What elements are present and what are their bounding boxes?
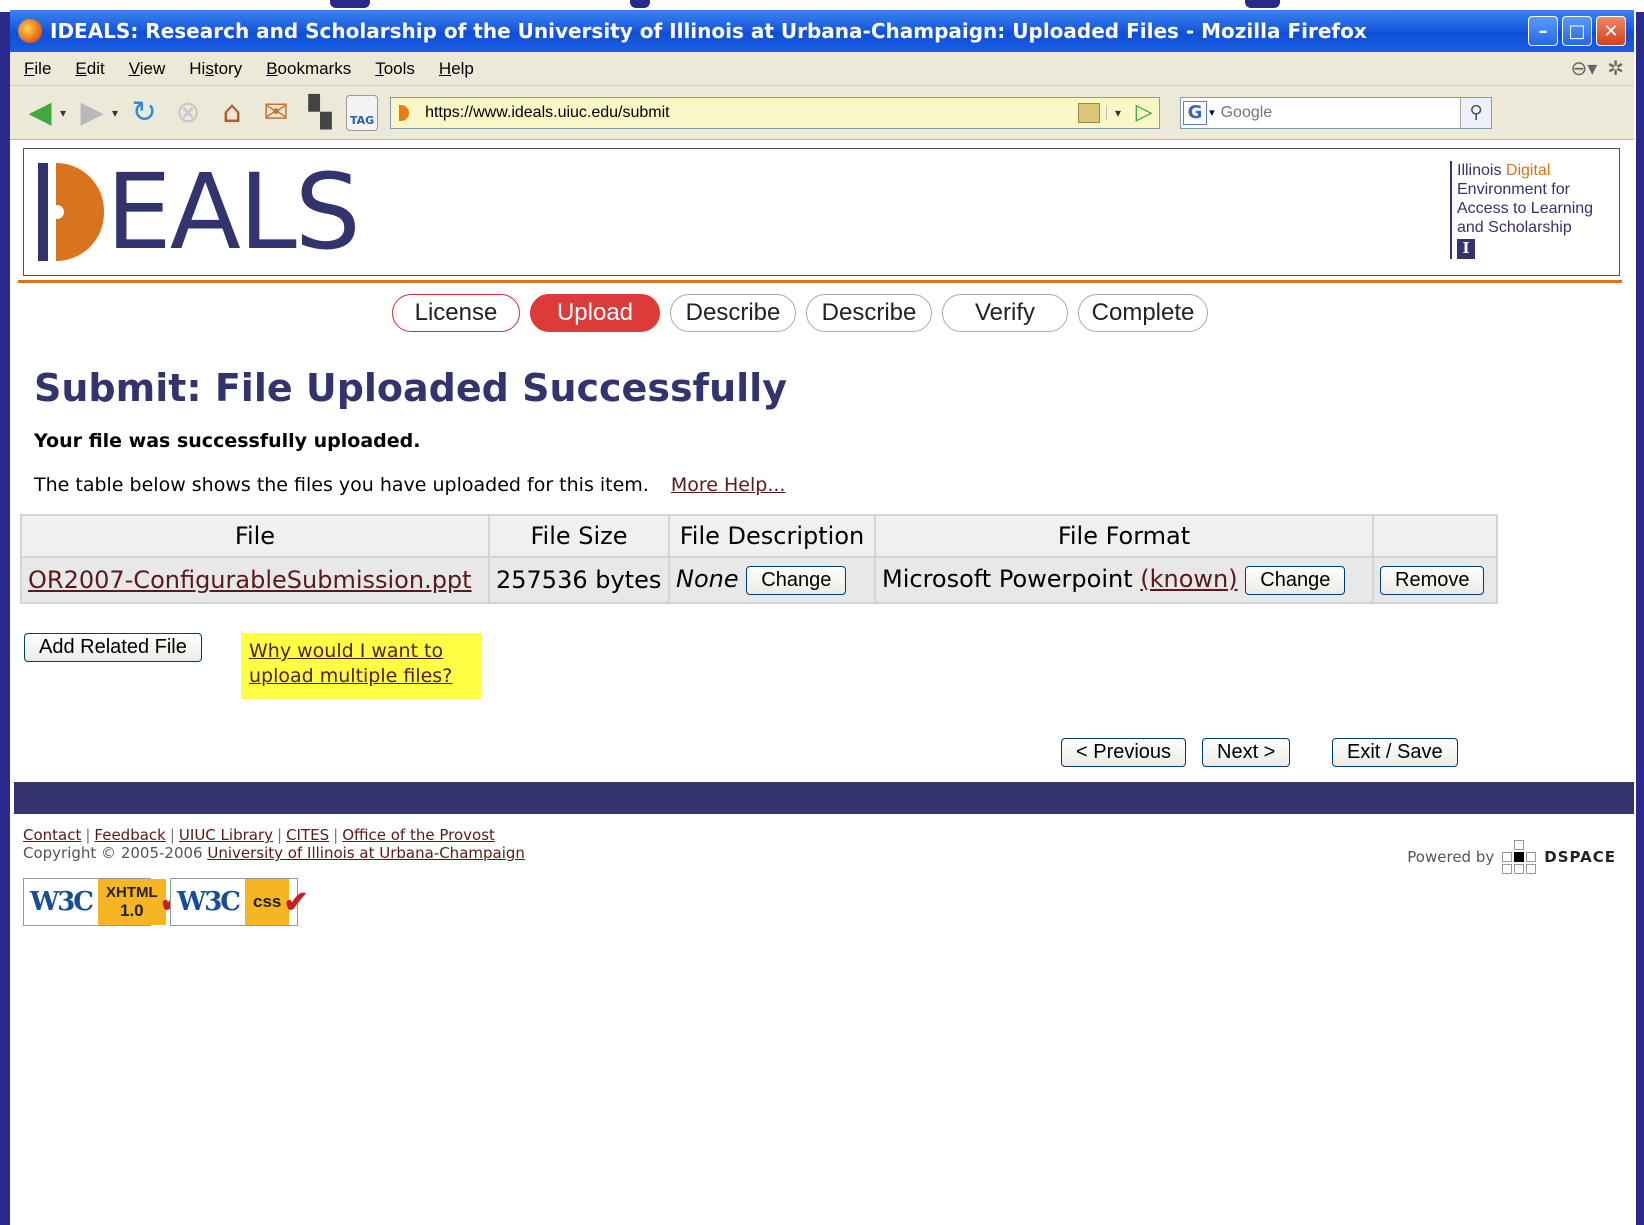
success-message: Your file was successfully uploaded. xyxy=(34,430,421,452)
close-button[interactable]: ✕ xyxy=(1596,16,1626,46)
search-input[interactable] xyxy=(1218,102,1461,123)
header-file-size: File Size xyxy=(488,514,670,558)
site-identity-icon[interactable] xyxy=(399,104,410,121)
home-icon[interactable]: ⌂ xyxy=(214,95,250,131)
footer-link-uiuc-library[interactable]: UIUC Library xyxy=(179,826,273,844)
footer-band xyxy=(14,782,1634,814)
throbber-icon: ✲ xyxy=(1607,58,1624,80)
header-divider xyxy=(18,280,1622,283)
file-format-cell: Microsoft Powerpoint (known) Change xyxy=(874,556,1374,604)
table-row: OR2007-ConfigurableSubmission.ppt 257536… xyxy=(20,556,1498,604)
change-format-button[interactable]: Change xyxy=(1245,565,1346,595)
back-history-dropdown[interactable]: ▾ xyxy=(60,106,66,120)
footer-link-provost[interactable]: Office of the Provost xyxy=(342,826,495,844)
addon-toolbar-icon[interactable]: ✉ xyxy=(258,95,294,131)
remove-cell: Remove xyxy=(1372,556,1498,604)
next-button[interactable]: Next > xyxy=(1202,738,1291,767)
footer-link-cites[interactable]: CITES xyxy=(286,826,329,844)
back-arrow-icon[interactable]: ◀ xyxy=(22,95,58,131)
description-value: None xyxy=(676,565,739,594)
stop-icon[interactable]: ⊗ xyxy=(170,95,206,131)
page-title: Submit: File Uploaded Successfully xyxy=(34,366,787,410)
menu-tools[interactable]: Tools xyxy=(375,59,415,79)
google-engine-icon[interactable]: G xyxy=(1183,100,1208,125)
forward-history-dropdown[interactable]: ▾ xyxy=(112,106,118,120)
menu-bookmarks[interactable]: Bookmarks xyxy=(266,59,351,79)
remove-button[interactable]: Remove xyxy=(1380,565,1485,595)
header-actions xyxy=(1372,514,1498,558)
maximize-button[interactable]: □ xyxy=(1562,16,1592,46)
checkmark-icon: ✔ xyxy=(283,885,309,919)
change-description-button[interactable]: Change xyxy=(746,565,847,595)
menu-bar: File Edit View History Bookmarks Tools H… xyxy=(10,52,1634,86)
search-bar[interactable]: G ▾ ⚲ xyxy=(1180,96,1493,129)
step-describe-1: Describe xyxy=(670,294,796,332)
exit-save-button[interactable]: Exit / Save xyxy=(1332,738,1458,767)
header-file-description: File Description xyxy=(668,514,876,558)
ideals-logo[interactable]: EALS xyxy=(38,157,361,267)
footer-link-feedback[interactable]: Feedback xyxy=(94,826,165,844)
minimize-button[interactable]: – xyxy=(1528,16,1558,46)
site-header: EALS Illinois Digital Environment for Ac… xyxy=(23,148,1620,276)
slide-border-left xyxy=(0,0,10,1225)
illinois-i-mark: I xyxy=(1457,239,1475,259)
w3c-css-badge[interactable]: W3C css ✔ xyxy=(170,878,309,926)
ideals-tagline: Illinois Digital Environment for Access … xyxy=(1450,161,1605,259)
multiple-files-help-link[interactable]: Why would I want to upload multiple file… xyxy=(249,640,452,687)
url-input[interactable] xyxy=(423,102,1079,123)
file-description-cell: None Change xyxy=(668,556,876,604)
menu-edit[interactable]: Edit xyxy=(75,59,104,79)
header-file-format: File Format xyxy=(874,514,1374,558)
firefox-icon xyxy=(18,19,42,43)
dspace-logo-icon xyxy=(1502,840,1537,874)
step-complete: Complete xyxy=(1078,294,1208,332)
format-value: Microsoft Powerpoint xyxy=(882,565,1133,594)
search-icon[interactable]: ⚲ xyxy=(1460,97,1492,128)
multiple-files-help: Why would I want to upload multiple file… xyxy=(241,633,481,699)
lock-icon[interactable] xyxy=(1078,102,1101,123)
file-size-cell: 257536 bytes xyxy=(488,556,670,604)
header-file: File xyxy=(20,514,490,558)
browser-window: IDEALS: Research and Scholarship of the … xyxy=(10,10,1634,1225)
uploaded-files-table: File File Size File Description File For… xyxy=(20,514,1498,604)
previous-button[interactable]: < Previous xyxy=(1061,738,1187,767)
menu-help[interactable]: Help xyxy=(439,59,474,79)
copyright-text: Copyright © 2005-2006 xyxy=(23,844,203,862)
forward-arrow-icon[interactable]: ▶ xyxy=(74,95,110,131)
add-related-file-button[interactable]: Add Related File xyxy=(24,633,202,662)
title-bar: IDEALS: Research and Scholarship of the … xyxy=(10,10,1634,52)
window-title: IDEALS: Research and Scholarship of the … xyxy=(50,19,1367,43)
footer-link-contact[interactable]: Contact xyxy=(23,826,81,844)
table-header-row: File File Size File Description File For… xyxy=(20,514,1498,558)
menu-file[interactable]: File xyxy=(24,59,51,79)
step-upload: Upload xyxy=(530,294,660,332)
addons-status-icon[interactable]: ⊖▾ xyxy=(1570,56,1597,81)
format-known-link[interactable]: (known) xyxy=(1140,565,1237,593)
step-license[interactable]: License xyxy=(392,294,520,332)
reload-icon[interactable]: ↻ xyxy=(126,95,162,131)
step-verify: Verify xyxy=(942,294,1068,332)
w3c-xhtml-badge[interactable]: W3C XHTML1.0 ✔ xyxy=(23,878,185,926)
powered-by-dspace[interactable]: Powered by DSPACE xyxy=(1407,840,1616,874)
url-dropdown[interactable]: ▾ xyxy=(1106,105,1129,120)
go-arrow-icon[interactable]: ▷ xyxy=(1129,100,1159,125)
file-link[interactable]: OR2007-ConfigurableSubmission.ppt xyxy=(28,566,472,594)
more-help-link[interactable]: More Help... xyxy=(671,474,786,496)
page-content: EALS Illinois Digital Environment for Ac… xyxy=(10,140,1634,1223)
search-engine-dropdown[interactable]: ▾ xyxy=(1209,106,1215,119)
progress-steps: License Upload Describe Describe Verify … xyxy=(392,294,1218,332)
menu-view[interactable]: View xyxy=(129,59,166,79)
address-bar[interactable]: ▾ ▷ xyxy=(390,96,1161,129)
description-text: The table below shows the files you have… xyxy=(34,474,786,496)
footer-links: Contact | Feedback | UIUC Library | CITES | Offi… xyxy=(23,826,525,862)
tag-icon[interactable]: TAG xyxy=(346,94,379,131)
window-toolbar-icon[interactable]: ▚ xyxy=(302,95,338,131)
navigation-toolbar: ◀ ▾ ▶ ▾ ↻ ⊗ ⌂ ✉ ▚ TAG ▾ ▷ G ▾ ⚲ xyxy=(10,86,1634,140)
menu-history[interactable]: History xyxy=(189,59,242,79)
slide-border-right xyxy=(1636,0,1644,1225)
file-cell: OR2007-ConfigurableSubmission.ppt xyxy=(20,556,490,604)
step-describe-2: Describe xyxy=(806,294,932,332)
university-link[interactable]: University of Illinois at Urbana-Champai… xyxy=(207,844,525,862)
